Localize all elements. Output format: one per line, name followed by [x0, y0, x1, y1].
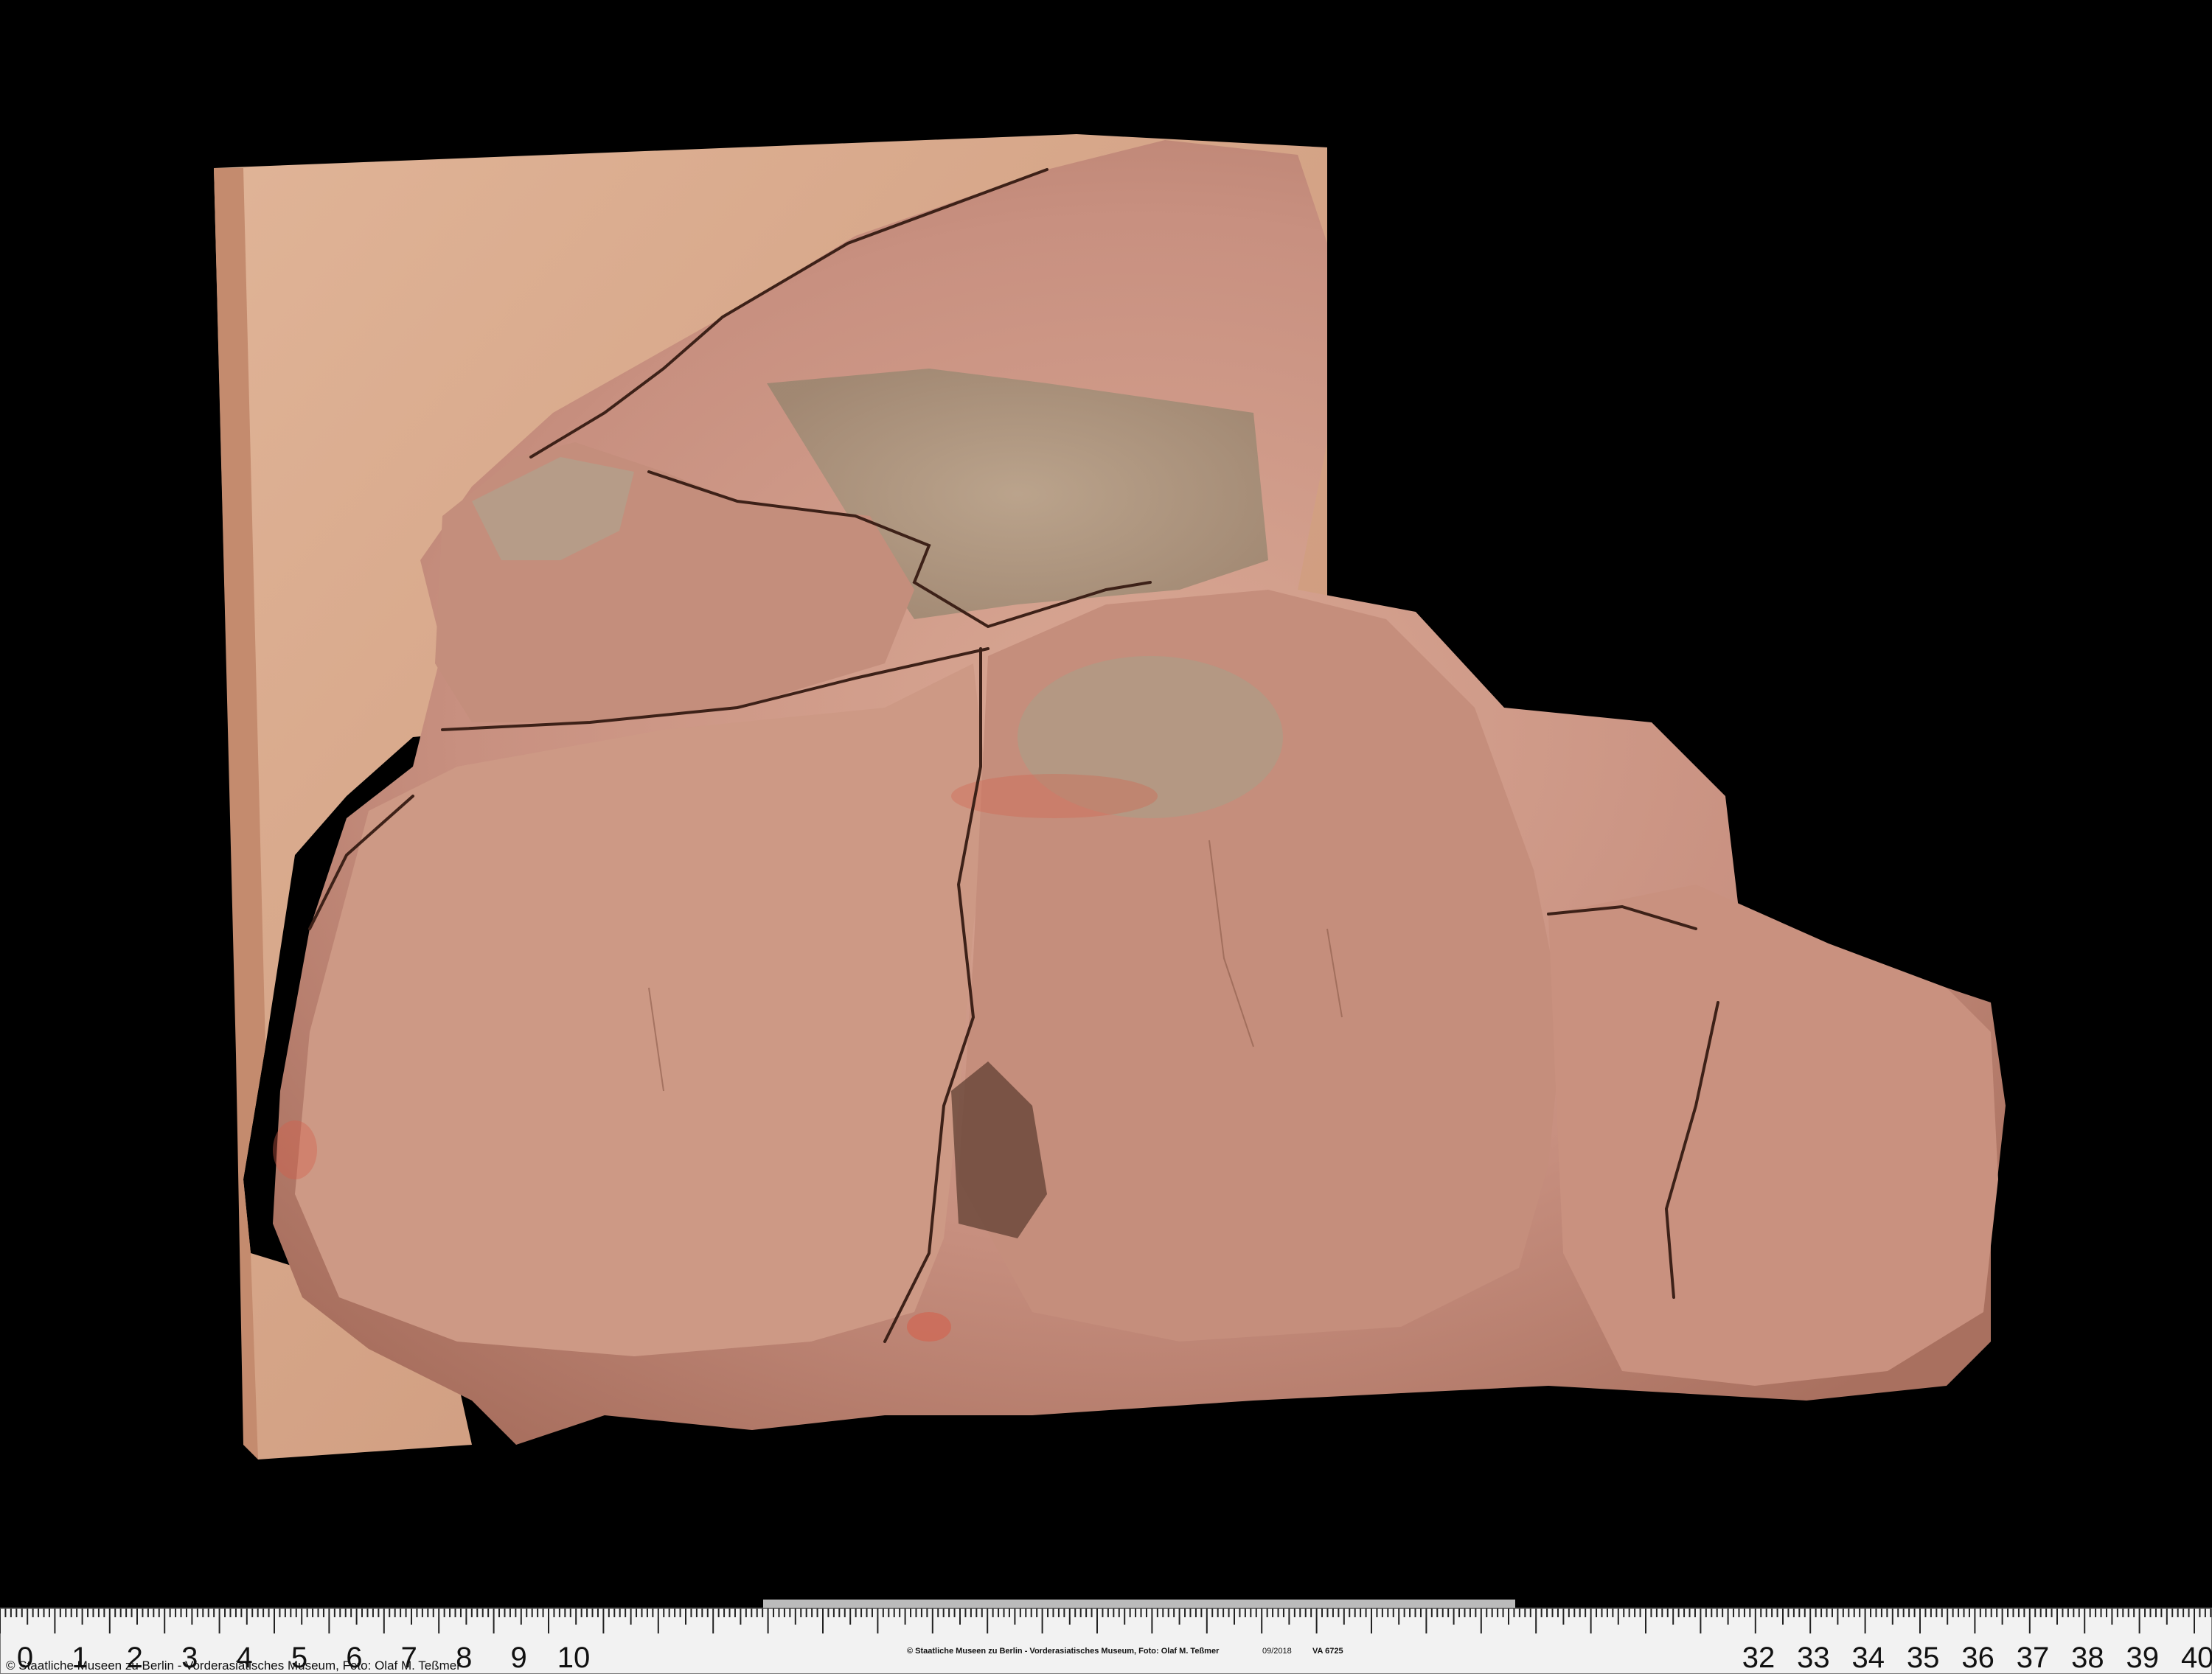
inventory-number: VA 6725 [1312, 1647, 1343, 1656]
scale-number: 39 [2126, 1642, 2160, 1674]
scale-number: 36 [1961, 1642, 1994, 1674]
scale-number: 9 [510, 1642, 526, 1674]
scale-number: 10 [557, 1642, 591, 1674]
scale-number: 34 [1852, 1642, 1885, 1674]
red-pigment [273, 1120, 317, 1179]
red-pigment [907, 1312, 951, 1342]
photo-date: 09/2018 [1262, 1647, 1292, 1656]
scale-number: 32 [1742, 1642, 1775, 1674]
photo-credit-center: © Staatliche Museen zu Berlin - Vorderas… [907, 1647, 1220, 1656]
scale-numbers-right: 32 33 34 35 36 37 38 39 40 [1742, 1642, 2212, 1674]
photo-credit: © Staatliche Museen zu Berlin - Vorderas… [6, 1659, 461, 1673]
scale-number: 33 [1797, 1642, 1830, 1674]
red-pigment [951, 774, 1158, 818]
scale-number: 37 [2017, 1642, 2050, 1674]
scale-number: 40 [2181, 1642, 2212, 1674]
artifact-photo: 0 1 2 3 4 5 6 7 8 9 10 32 33 34 35 36 37 38 39 40 [0, 0, 2212, 1674]
scale-number: 38 [2071, 1642, 2104, 1674]
scale-number: 35 [1907, 1642, 1940, 1674]
